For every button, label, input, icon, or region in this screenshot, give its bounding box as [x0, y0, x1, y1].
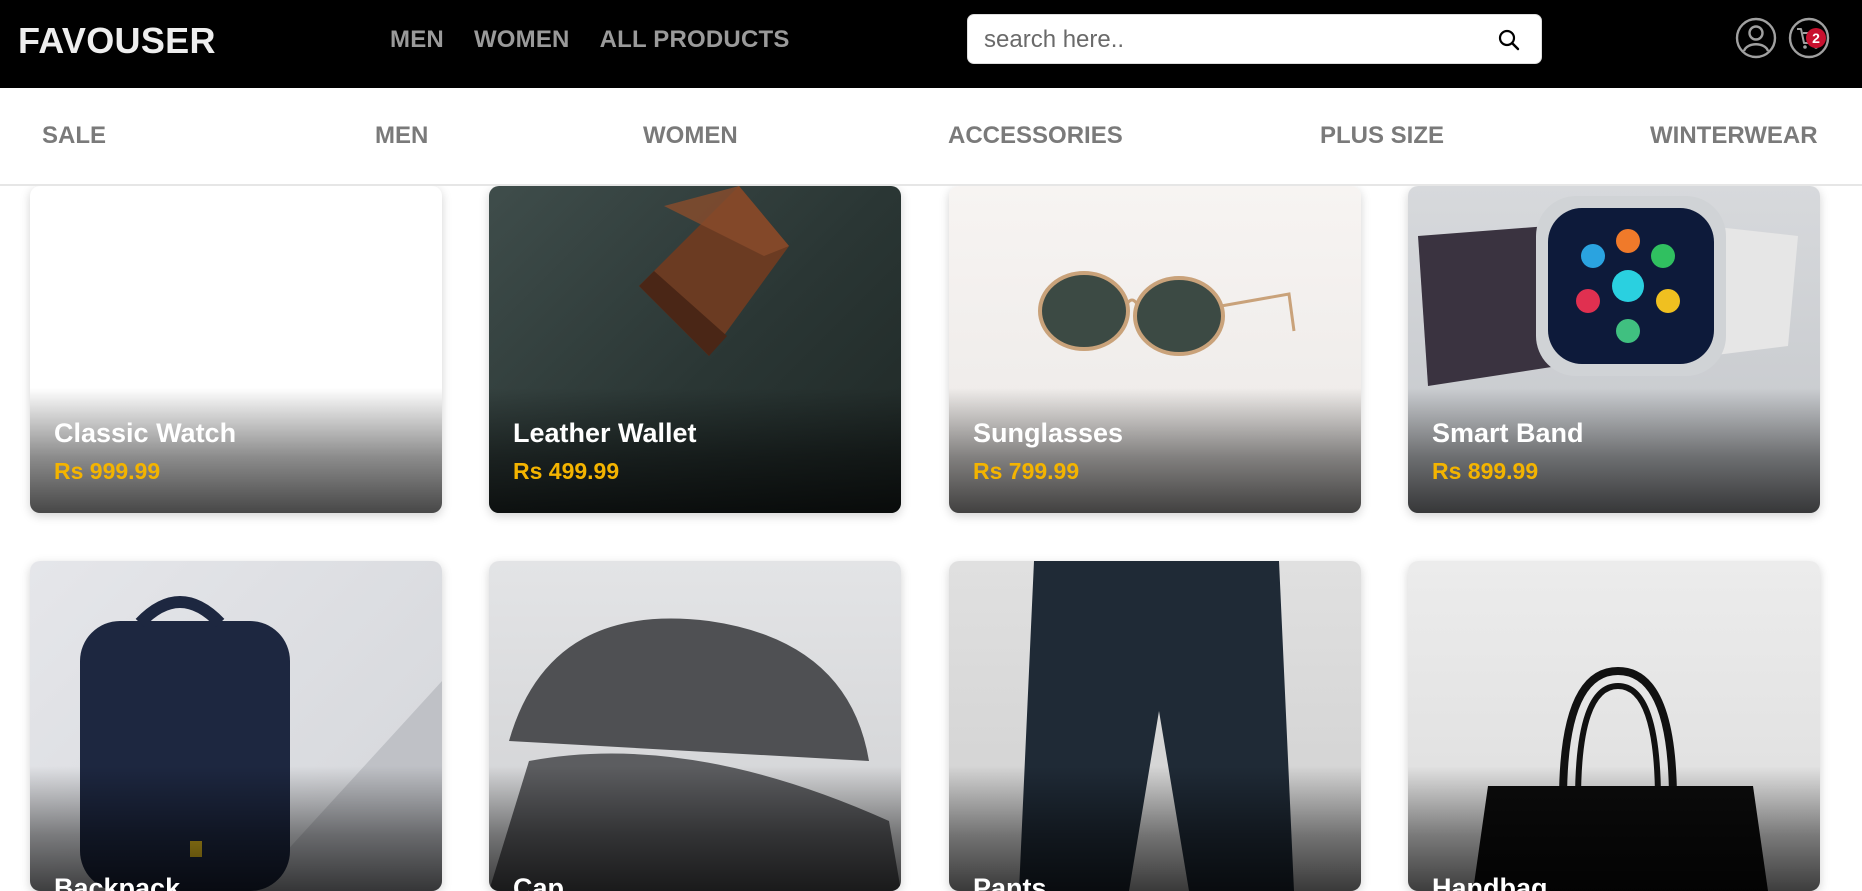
search-box [967, 14, 1542, 64]
category-women[interactable]: WOMEN [643, 122, 738, 150]
site-logo[interactable]: FAVOUSER [18, 20, 216, 62]
product-name: Handbag [1432, 873, 1548, 891]
search-icon[interactable] [1497, 28, 1521, 52]
product-price: Rs 499.99 [513, 458, 620, 484]
product-card-leather-wallet[interactable]: Leather Wallet Rs 499.99 [489, 186, 901, 513]
card-gradient [489, 388, 901, 513]
product-name: Sunglasses [973, 418, 1124, 448]
category-accessories[interactable]: ACCESSORIES [948, 122, 1123, 150]
category-bar: SALE MEN WOMEN ACCESSORIES PLUS SIZE WIN… [0, 88, 1862, 186]
category-plus-size[interactable]: PLUS SIZE [1320, 122, 1444, 150]
product-card-handbag[interactable]: Handbag [1408, 561, 1820, 891]
product-card-cap[interactable]: Cap [489, 561, 901, 891]
search-input[interactable] [982, 23, 1462, 57]
product-name: Classic Watch [54, 418, 237, 448]
product-name: Leather Wallet [513, 418, 697, 448]
top-header: FAVOUSER MEN WOMEN ALL PRODUCTS 2 [0, 0, 1862, 88]
top-nav-women[interactable]: WOMEN [474, 26, 570, 54]
cart-count-badge: 2 [1806, 28, 1826, 48]
product-card-backpack[interactable]: Backpack [30, 561, 442, 891]
category-men[interactable]: MEN [375, 122, 428, 150]
product-price: Rs 899.99 [1432, 458, 1539, 484]
product-card-classic-watch[interactable]: Classic Watch Rs 999.99 [30, 186, 442, 513]
product-price: Rs 799.99 [973, 458, 1080, 484]
product-card-smart-band[interactable]: Smart Band Rs 899.99 [1408, 186, 1820, 513]
product-price: Rs 999.99 [54, 458, 161, 484]
top-nav: MEN WOMEN ALL PRODUCTS [390, 26, 790, 54]
product-card-pants[interactable]: Pants [949, 561, 1361, 891]
category-winterwear[interactable]: WINTERWEAR [1650, 122, 1818, 150]
user-icon[interactable] [1735, 17, 1777, 59]
category-sale[interactable]: SALE [42, 122, 106, 150]
top-nav-all-products[interactable]: ALL PRODUCTS [600, 26, 790, 54]
product-name: Cap [513, 873, 565, 891]
product-card-sunglasses[interactable]: Sunglasses Rs 799.99 [949, 186, 1361, 513]
top-nav-men[interactable]: MEN [390, 26, 444, 54]
card-gradient [30, 388, 442, 513]
product-name: Pants [973, 873, 1047, 891]
card-gradient [949, 388, 1361, 513]
card-gradient [1408, 388, 1820, 513]
product-name: Backpack [54, 873, 181, 891]
product-name: Smart Band [1432, 418, 1584, 448]
